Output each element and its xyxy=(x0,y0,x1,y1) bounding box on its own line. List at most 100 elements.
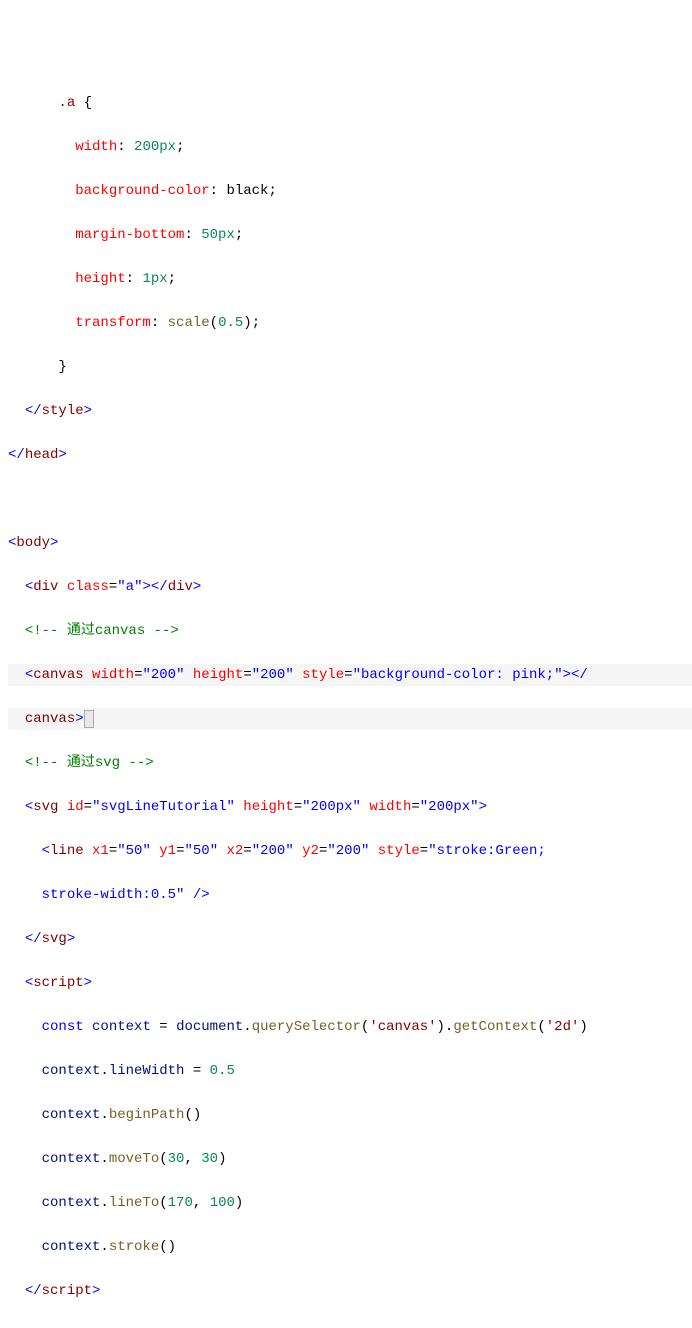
code-line[interactable]: stroke-width:0.5" /> xyxy=(8,884,692,906)
code-token: ) xyxy=(235,1195,243,1211)
code-line[interactable]: margin-bottom: 50px; xyxy=(8,224,692,246)
code-token: < xyxy=(42,843,50,859)
code-token: 30 xyxy=(168,1151,185,1167)
code-token: canvas xyxy=(33,667,83,683)
code-line[interactable]: context.moveTo(30, 30) xyxy=(8,1148,692,1170)
code-token: > xyxy=(84,403,92,419)
code-token: "200" xyxy=(252,843,294,859)
code-token: = xyxy=(420,843,428,859)
code-token: width xyxy=(75,139,117,155)
code-token: context xyxy=(92,1019,151,1035)
code-line[interactable]: context.stroke() xyxy=(8,1236,692,1258)
code-token: ; xyxy=(235,227,243,243)
code-line[interactable]: transform: scale(0.5); xyxy=(8,312,692,334)
code-token: style xyxy=(302,667,344,683)
code-line[interactable]: <!-- 通过svg --> xyxy=(8,752,692,774)
code-token: < xyxy=(25,975,33,991)
code-token: context xyxy=(42,1195,101,1211)
code-line[interactable]: <script> xyxy=(8,972,692,994)
code-token: height xyxy=(243,799,293,815)
code-line[interactable]: <div class="a"></div> xyxy=(8,576,692,598)
code-token: > xyxy=(84,975,92,991)
code-token: = xyxy=(344,667,352,683)
code-token: ></ xyxy=(142,579,167,595)
code-line[interactable]: </style> xyxy=(8,400,692,422)
code-line[interactable]: <body> xyxy=(8,532,692,554)
code-token xyxy=(84,843,92,859)
code-token: = xyxy=(134,667,142,683)
code-token: ( xyxy=(537,1019,545,1035)
code-token: div xyxy=(168,579,193,595)
code-line[interactable]: width: 200px; xyxy=(8,136,692,158)
code-token: = xyxy=(243,843,251,859)
code-line[interactable]: } xyxy=(8,356,692,378)
code-token: "svgLineTutorial" xyxy=(92,799,235,815)
code-token: style xyxy=(42,403,84,419)
code-line[interactable]: <canvas width="200" height="200" style="… xyxy=(8,664,692,686)
code-token: > xyxy=(67,931,75,947)
code-token: background-color xyxy=(75,183,209,199)
code-line[interactable]: .a { xyxy=(8,92,692,114)
code-token: context xyxy=(42,1063,101,1079)
code-token: y1 xyxy=(159,843,176,859)
code-line[interactable]: canvas> xyxy=(8,708,692,730)
code-token: : xyxy=(126,271,143,287)
code-token: style xyxy=(378,843,420,859)
code-token: </ xyxy=(25,1283,42,1299)
code-token xyxy=(184,667,192,683)
code-token: moveTo xyxy=(109,1151,159,1167)
code-token: beginPath xyxy=(109,1107,185,1123)
code-token: height xyxy=(75,271,125,287)
code-token: canvas xyxy=(25,711,75,727)
code-token: y2 xyxy=(302,843,319,859)
code-token xyxy=(58,579,66,595)
code-token: ; xyxy=(268,183,276,199)
code-token: > xyxy=(75,711,83,727)
code-token: . xyxy=(100,1239,108,1255)
code-line[interactable]: height: 1px; xyxy=(8,268,692,290)
code-line[interactable]: </head> xyxy=(8,444,692,466)
code-token: > xyxy=(193,579,201,595)
code-token: () xyxy=(184,1107,201,1123)
code-editor[interactable]: .a { width: 200px; background-color: bla… xyxy=(8,92,692,1324)
code-token: document xyxy=(176,1019,243,1035)
code-line[interactable]: <!-- 通过canvas --> xyxy=(8,620,692,642)
code-token: 'canvas' xyxy=(369,1019,436,1035)
code-token: > xyxy=(92,1283,100,1299)
code-token: svg xyxy=(33,799,58,815)
code-token: context xyxy=(42,1151,101,1167)
code-token: script xyxy=(33,975,83,991)
code-line[interactable]: <svg id="svgLineTutorial" height="200px"… xyxy=(8,796,692,818)
code-token xyxy=(235,799,243,815)
code-line[interactable]: context.beginPath() xyxy=(8,1104,692,1126)
code-line[interactable]: background-color: black; xyxy=(8,180,692,202)
code-token: 170 xyxy=(168,1195,193,1211)
code-token: = xyxy=(109,843,117,859)
code-line[interactable]: const context = document.querySelector('… xyxy=(8,1016,692,1038)
code-token: script xyxy=(42,1283,92,1299)
code-line[interactable]: </svg> xyxy=(8,928,692,950)
code-line[interactable]: <line x1="50" y1="50" x2="200" y2="200" … xyxy=(8,840,692,862)
code-token xyxy=(8,491,16,507)
code-token: </ xyxy=(8,447,25,463)
code-line[interactable] xyxy=(8,488,692,510)
code-token: scale xyxy=(168,315,210,331)
code-token: ). xyxy=(437,1019,454,1035)
code-line[interactable]: context.lineWidth = 0.5 xyxy=(8,1060,692,1082)
code-token: "stroke:Green; xyxy=(428,843,546,859)
code-token: { xyxy=(84,95,92,111)
code-line[interactable]: context.lineTo(170, 100) xyxy=(8,1192,692,1214)
code-token: <!-- 通过svg --> xyxy=(25,755,154,771)
code-token: '2d' xyxy=(546,1019,580,1035)
code-token: = xyxy=(176,843,184,859)
code-token: : xyxy=(151,315,168,331)
code-token: = xyxy=(411,799,419,815)
code-token xyxy=(294,667,302,683)
code-token xyxy=(361,799,369,815)
code-token: ( xyxy=(210,315,218,331)
code-token: stroke-width:0.5" xyxy=(42,887,185,903)
code-token: . xyxy=(243,1019,251,1035)
code-token: "a" xyxy=(117,579,142,595)
code-line[interactable]: </script> xyxy=(8,1280,692,1302)
code-token: class xyxy=(67,579,109,595)
